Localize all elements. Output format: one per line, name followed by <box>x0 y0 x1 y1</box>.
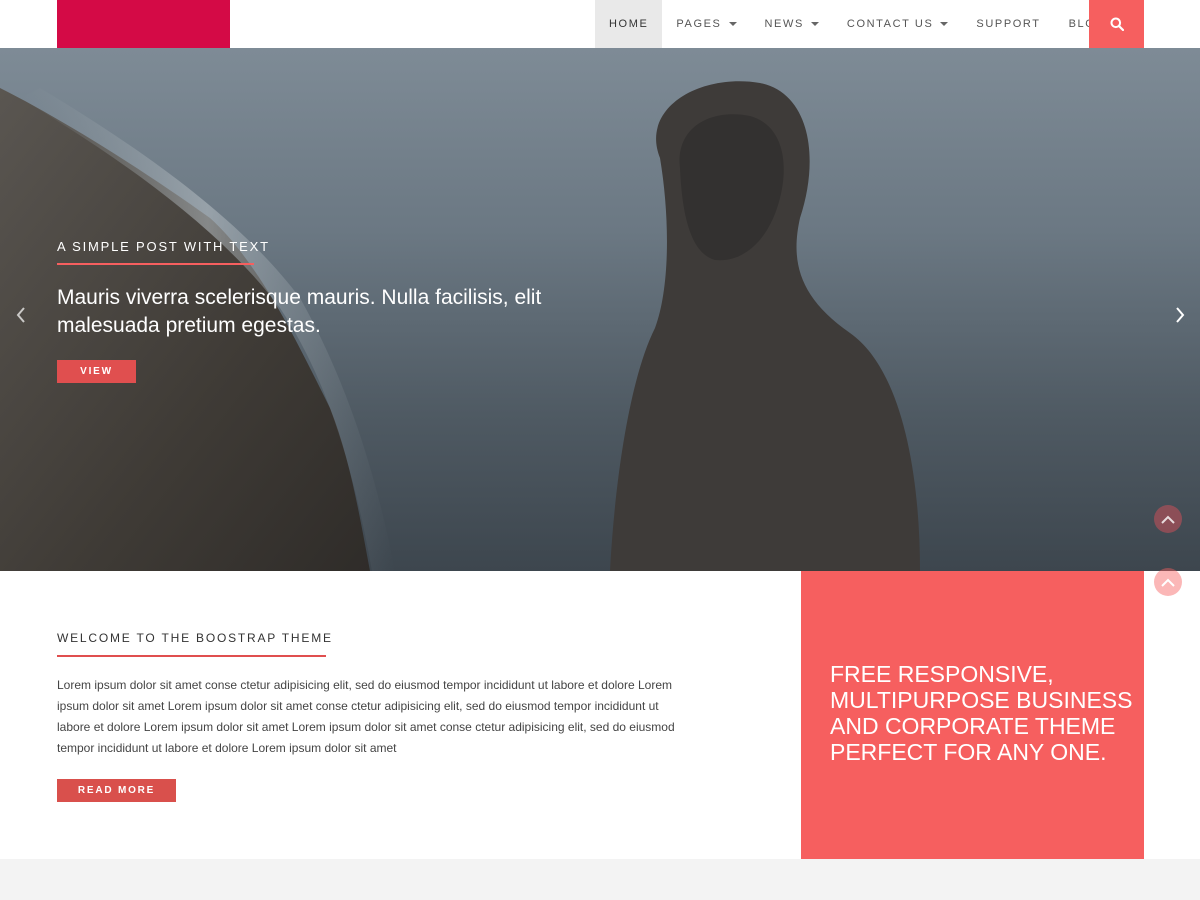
nav-item-label: NEWS <box>764 18 804 30</box>
caret-down-icon <box>940 22 949 26</box>
caret-down-icon <box>810 22 819 26</box>
nav-item-support[interactable]: SUPPORT <box>962 0 1054 48</box>
welcome-text: Lorem ipsum dolor sit amet conse ctetur … <box>57 678 675 755</box>
search-icon <box>1110 17 1124 31</box>
scroll-to-top-button[interactable] <box>1154 505 1182 533</box>
hooded-figure <box>610 81 920 571</box>
slider-prev-button[interactable] <box>11 303 31 327</box>
hero-divider <box>57 263 254 265</box>
chevron-right-icon <box>1176 307 1185 323</box>
nav-item-label: PAGES <box>676 18 722 30</box>
footer-band <box>0 859 1200 900</box>
view-button[interactable]: VIEW <box>57 360 136 383</box>
chevron-up-icon <box>1161 515 1175 524</box>
nav-item-pages[interactable]: PAGES <box>662 0 750 48</box>
caret-down-icon <box>728 22 737 26</box>
scroll-to-top-button-secondary[interactable] <box>1154 568 1182 596</box>
slider-next-button[interactable] <box>1170 303 1190 327</box>
nav-item-label: HOME <box>609 18 649 30</box>
nav-item-contact-us[interactable]: CONTACT US <box>833 0 963 48</box>
chevron-up-icon <box>1161 578 1175 587</box>
nav-item-label: CONTACT US <box>846 18 934 30</box>
welcome-divider <box>57 655 326 657</box>
site-logo[interactable] <box>57 0 230 48</box>
hero-title: Mauris viverra scelerisque mauris. Nulla… <box>57 286 542 337</box>
welcome-title: WELCOME TO THE BOOSTRAP THEME <box>57 631 333 645</box>
promo-box: FREE RESPONSIVE, MULTIPURPOSE BUSINESS A… <box>801 571 1144 859</box>
hero-eyebrow: A SIMPLE POST WITH TEXT <box>57 239 270 254</box>
main-nav: HOME PAGES NEWS CONTACT US SUPPORT BLOG <box>595 0 1120 48</box>
chevron-left-icon <box>16 307 25 323</box>
hero-slider: A SIMPLE POST WITH TEXT Mauris viverra s… <box>0 48 1200 571</box>
nav-item-home[interactable]: HOME <box>595 0 663 48</box>
nav-item-label: SUPPORT <box>976 18 1041 30</box>
site-header: HOME PAGES NEWS CONTACT US SUPPORT BLOG <box>0 0 1200 48</box>
read-more-button[interactable]: READ MORE <box>57 779 176 802</box>
search-button[interactable] <box>1089 0 1144 48</box>
welcome-section: WELCOME TO THE BOOSTRAP THEME Lorem ipsu… <box>0 571 1200 859</box>
promo-text: FREE RESPONSIVE, MULTIPURPOSE BUSINESS A… <box>830 661 1133 765</box>
nav-item-news[interactable]: NEWS <box>751 0 833 48</box>
